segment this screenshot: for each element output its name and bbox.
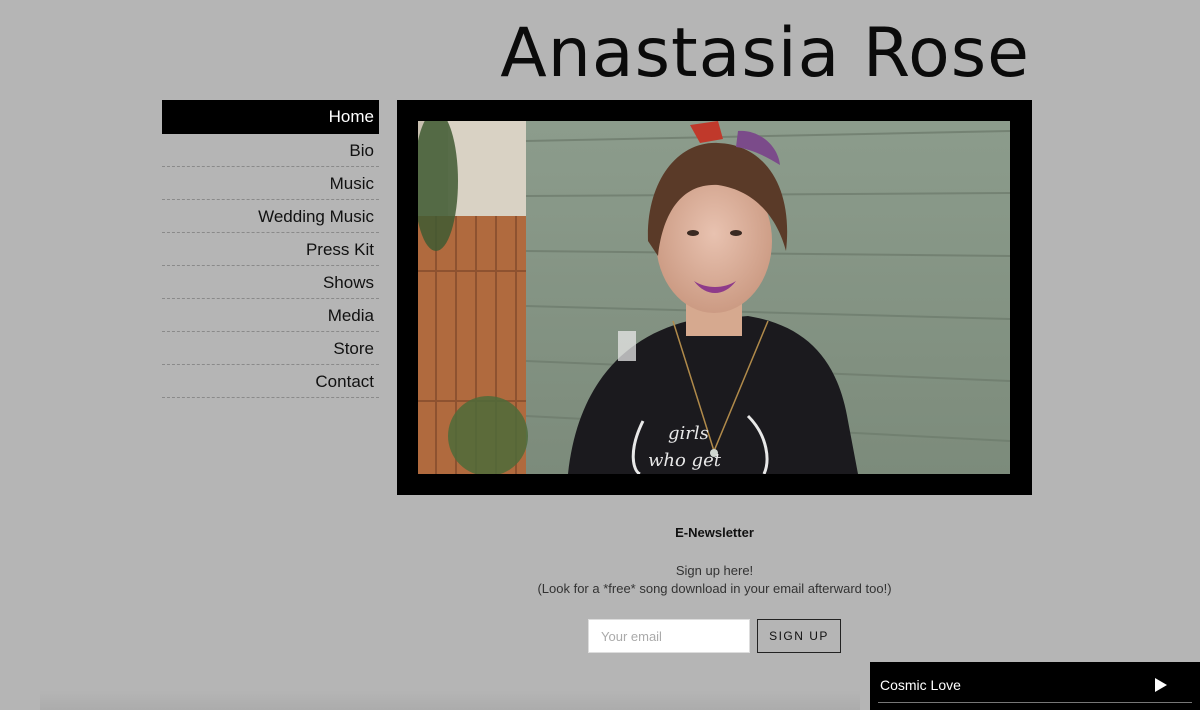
nav-item-bio[interactable]: Bio: [162, 134, 379, 167]
nav-item-shows[interactable]: Shows: [162, 266, 379, 299]
play-icon[interactable]: [1154, 677, 1168, 693]
nav-item-press-kit[interactable]: Press Kit: [162, 233, 379, 266]
player-progress-bar[interactable]: [878, 702, 1192, 703]
site-title[interactable]: Anastasia Rose: [0, 14, 1030, 94]
footer-shadow: [40, 690, 860, 710]
newsletter-text-1: Sign up here!: [675, 563, 754, 578]
nav-item-media[interactable]: Media: [162, 299, 379, 332]
hero-photo: girls who get: [418, 121, 1010, 474]
player-track-title: Cosmic Love: [880, 677, 961, 693]
svg-text:girls: girls: [668, 423, 709, 444]
nav-item-home[interactable]: Home: [162, 100, 379, 134]
svg-text:who get: who get: [648, 450, 722, 471]
newsletter-form: SIGN UP: [397, 619, 1032, 653]
main-nav: Home Bio Music Wedding Music Press Kit S…: [162, 100, 379, 398]
newsletter-text-2: (Look for a *free* song download in your…: [537, 581, 892, 596]
email-input[interactable]: [588, 619, 750, 653]
music-player: Cosmic Love: [870, 662, 1200, 710]
nav-item-wedding-music[interactable]: Wedding Music: [162, 200, 379, 233]
hero-image-frame: girls who get: [397, 100, 1032, 495]
sign-up-button[interactable]: SIGN UP: [757, 619, 841, 653]
newsletter-section: E-Newsletter Sign up here! (Look for a *…: [397, 524, 1032, 653]
nav-item-music[interactable]: Music: [162, 167, 379, 200]
nav-item-contact[interactable]: Contact: [162, 365, 379, 398]
nav-item-store[interactable]: Store: [162, 332, 379, 365]
newsletter-title: E-Newsletter: [675, 525, 754, 540]
